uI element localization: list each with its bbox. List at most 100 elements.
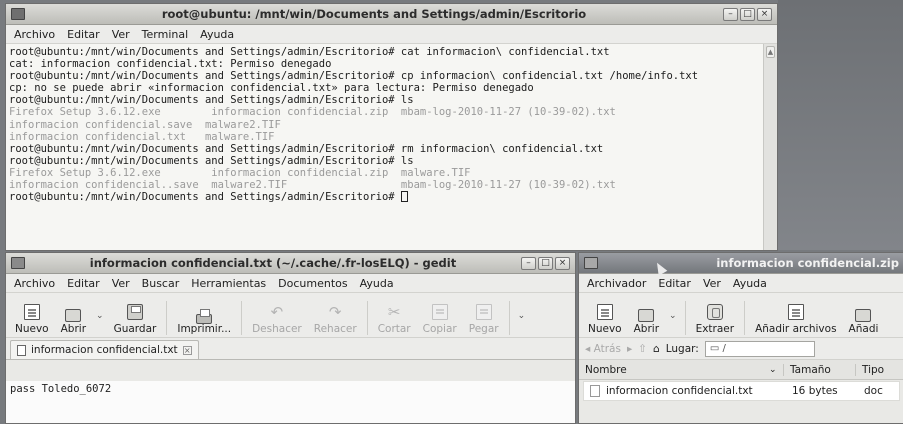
add-folder-icon: [855, 309, 872, 322]
cut-button[interactable]: ✂ Cortar: [373, 304, 416, 335]
terminal-line: root@ubuntu:/mnt/win/Documents and Setti…: [9, 94, 414, 107]
file-list-header: Nombre ⌄ Tamaño Tipo: [579, 360, 903, 380]
add-files-icon: [787, 304, 804, 320]
paste-button[interactable]: Pegar: [464, 304, 504, 335]
terminal-line: cat: informacion confidencial.txt: Permi…: [9, 58, 332, 71]
print-icon: [196, 309, 213, 324]
archiver-app-icon[interactable]: [584, 257, 598, 269]
open-button[interactable]: Abrir: [56, 307, 91, 335]
menu-editar[interactable]: Editar: [658, 277, 691, 290]
terminal-line: cp: no se puede abrir «informacion confi…: [9, 82, 534, 95]
open-folder-icon: [65, 309, 82, 322]
up-arrow-icon[interactable]: ⇧: [638, 343, 647, 355]
gedit-toolbar: Nuevo Abrir ⌄ Guardar Imprimir... ↶ Desha…: [6, 293, 575, 338]
new-archive-icon: [596, 304, 613, 320]
add-folder-button[interactable]: Añadi: [844, 307, 884, 335]
forward-arrow-icon[interactable]: ▸: [627, 343, 632, 355]
file-list-row[interactable]: informacion confidencial.txt 16 bytes do…: [583, 381, 900, 401]
column-type[interactable]: Tipo: [855, 363, 890, 376]
copy-button[interactable]: Copiar: [418, 304, 462, 335]
menu-editar[interactable]: Editar: [67, 28, 100, 41]
new-document-icon: [23, 304, 40, 320]
terminal-title: root@ubuntu: /mnt/win/Documents and Sett…: [161, 7, 587, 21]
terminal-line: root@ubuntu:/mnt/win/Documents and Setti…: [9, 154, 414, 167]
toolbar-overflow-chevron-icon[interactable]: ⌄: [515, 311, 529, 321]
toolbar-separator: [744, 301, 746, 335]
terminal-scrollbar[interactable]: ▲: [763, 44, 777, 250]
maximize-icon[interactable]: □: [740, 7, 755, 21]
save-button[interactable]: Guardar: [109, 304, 162, 335]
terminal-app-icon[interactable]: [11, 8, 25, 20]
sort-chevron-icon[interactable]: ⌄: [769, 365, 783, 375]
archiver-title: informacion confidencial.zip: [716, 256, 899, 270]
back-button[interactable]: ◂ Atrás: [585, 343, 621, 355]
menu-archivador[interactable]: Archivador: [587, 277, 646, 290]
text-file-icon: [590, 385, 600, 397]
menu-ayuda[interactable]: Ayuda: [360, 277, 394, 290]
terminal-output[interactable]: root@ubuntu:/mnt/win/Documents and Setti…: [6, 44, 763, 250]
terminal-line: informacion confidencial.txt malware.TIF: [9, 130, 275, 143]
column-size[interactable]: Tamaño: [783, 363, 855, 376]
terminal-line: informacion confidencial..save malware2.…: [9, 179, 616, 192]
menu-terminal[interactable]: Terminal: [142, 28, 189, 41]
file-size: 16 bytes: [792, 385, 838, 397]
terminal-menubar: Archivo Editar Ver Terminal Ayuda: [6, 25, 777, 44]
terminal-line: informacion confidencial.save malware2.T…: [9, 118, 281, 131]
archiver-menubar: Archivador Editar Ver Ayuda: [579, 274, 903, 293]
menu-archivo[interactable]: Archivo: [14, 28, 55, 41]
toolbar-separator: [684, 301, 686, 335]
file-name: informacion confidencial.txt: [606, 385, 753, 397]
home-icon[interactable]: ⌂: [653, 343, 660, 355]
menu-ayuda[interactable]: Ayuda: [733, 277, 767, 290]
location-field[interactable]: ▭ /: [704, 340, 815, 357]
terminal-cursor: [400, 191, 408, 203]
terminal-line: root@ubuntu:/mnt/win/Documents and Setti…: [9, 142, 604, 155]
gedit-text-area[interactable]: pass Toledo_6072: [6, 381, 575, 423]
menu-documentos[interactable]: Documentos: [278, 277, 347, 290]
location-label: Lugar:: [665, 342, 699, 355]
minimize-icon[interactable]: –: [521, 256, 536, 270]
redo-icon: ↷: [328, 303, 342, 321]
archiver-titlebar[interactable]: informacion confidencial.zip: [579, 253, 903, 274]
close-icon[interactable]: ×: [555, 256, 570, 270]
terminal-titlebar[interactable]: root@ubuntu: /mnt/win/Documents and Sett…: [6, 4, 777, 25]
redo-button[interactable]: ↷ Rehacer: [309, 304, 362, 335]
menu-buscar[interactable]: Buscar: [142, 277, 180, 290]
terminal-line: root@ubuntu:/mnt/win/Documents and Setti…: [9, 70, 699, 83]
archiver-toolbar: Nuevo Abrir ⌄ Extraer Añadir archivos Añ…: [579, 293, 903, 338]
text-file-icon: [17, 344, 26, 356]
open-archive-button[interactable]: Abrir: [629, 307, 664, 335]
menu-archivo[interactable]: Archivo: [14, 277, 55, 290]
gedit-tabstrip: informacion confidencial.txt ×: [6, 338, 575, 360]
minimize-icon[interactable]: –: [723, 7, 738, 21]
terminal-line: Firefox Setup 3.6.12.exe informacion con…: [9, 106, 616, 119]
gedit-titlebar[interactable]: informacion confidencial.txt (~/.cache/.…: [6, 253, 575, 274]
scroll-up-icon[interactable]: ▲: [766, 46, 775, 58]
tab-informacion-confidencial[interactable]: informacion confidencial.txt ×: [10, 340, 199, 359]
column-name[interactable]: Nombre: [579, 364, 769, 376]
close-icon[interactable]: ×: [757, 7, 772, 21]
gedit-window: informacion confidencial.txt (~/.cache/.…: [5, 252, 576, 424]
print-button[interactable]: Imprimir...: [172, 309, 236, 335]
add-files-button[interactable]: Añadir archivos: [750, 304, 841, 335]
maximize-icon[interactable]: □: [538, 256, 553, 270]
undo-button[interactable]: ↶ Deshacer: [247, 304, 307, 335]
extract-button[interactable]: Extraer: [691, 304, 740, 335]
tab-label: informacion confidencial.txt: [31, 344, 178, 356]
menu-ver[interactable]: Ver: [112, 277, 130, 290]
menu-ayuda[interactable]: Ayuda: [200, 28, 234, 41]
menu-editar[interactable]: Editar: [67, 277, 100, 290]
open-dropdown-chevron-icon[interactable]: ⌄: [666, 311, 680, 321]
new-archive-button[interactable]: Nuevo: [583, 304, 627, 335]
menu-ver[interactable]: Ver: [703, 277, 721, 290]
archiver-location-bar: ◂ Atrás ▸ ⇧ ⌂ Lugar: ▭ /: [579, 338, 903, 360]
open-folder-icon: [638, 309, 655, 322]
terminal-line: root@ubuntu:/mnt/win/Documents and Setti…: [9, 191, 760, 203]
menu-ver[interactable]: Ver: [112, 28, 130, 41]
menu-herramientas[interactable]: Herramientas: [191, 277, 266, 290]
tab-close-icon[interactable]: ×: [182, 345, 192, 355]
open-dropdown-chevron-icon[interactable]: ⌄: [93, 311, 107, 321]
gedit-app-icon[interactable]: [11, 257, 25, 269]
gedit-title: informacion confidencial.txt (~/.cache/.…: [89, 256, 457, 270]
new-button[interactable]: Nuevo: [10, 304, 54, 335]
